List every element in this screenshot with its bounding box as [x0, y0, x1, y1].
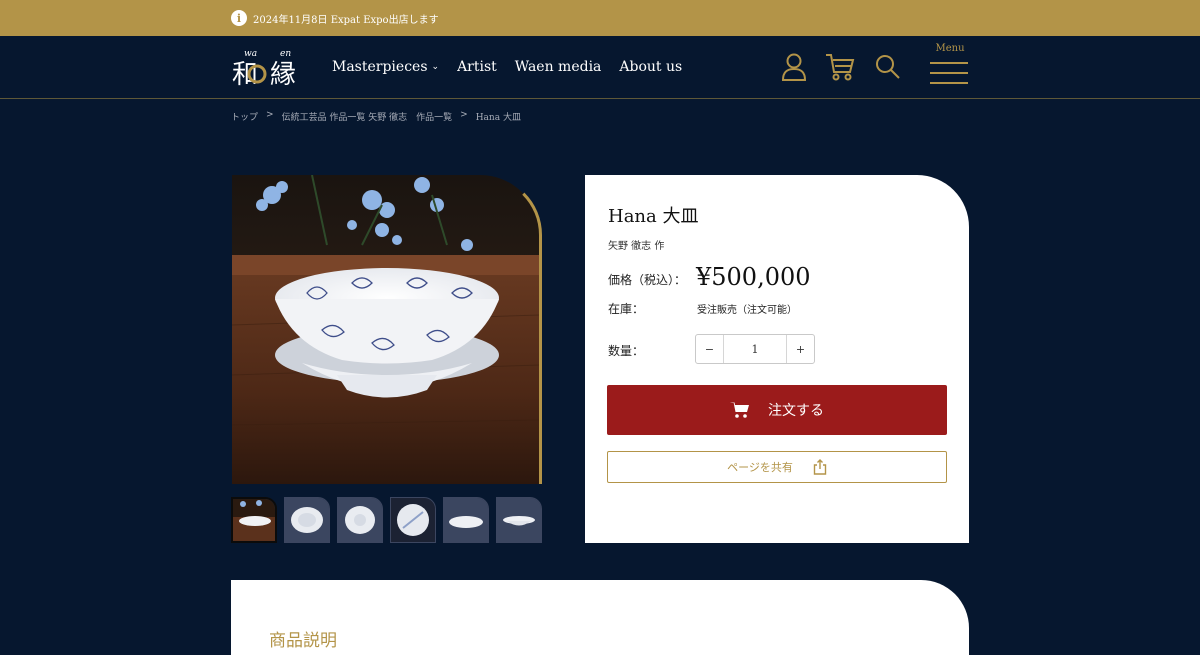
thumbnail-3[interactable]: [337, 497, 383, 543]
hamburger-line: [930, 72, 968, 74]
search-icon[interactable]: [875, 52, 901, 86]
quantity-label: 数量：: [608, 344, 645, 358]
menu-button[interactable]: Menu: [930, 43, 970, 89]
product-title: Hana 大皿: [608, 206, 699, 227]
thumbnail-2[interactable]: [284, 497, 330, 543]
nav-waen-media[interactable]: Waen media: [515, 59, 602, 75]
share-button-label: ページを共有: [727, 461, 793, 474]
order-button-label: 注文する: [768, 403, 824, 419]
announcement-text: 2024年11月8日 Expat Expo出店します: [253, 14, 439, 26]
stock-label: 在庫：: [608, 302, 645, 316]
order-button[interactable]: 注文する: [607, 385, 947, 435]
share-icon: [813, 459, 827, 475]
thumbnail-1[interactable]: [231, 497, 277, 543]
info-icon: i: [231, 10, 247, 26]
svg-text:縁: 縁: [270, 60, 296, 89]
nav-artist[interactable]: Artist: [457, 59, 497, 75]
quantity-stepper: − 1 +: [695, 334, 815, 364]
announcement-bar: i 2024年11月8日 Expat Expo出店します: [0, 0, 1200, 36]
breadcrumb-home[interactable]: トップ: [231, 110, 258, 123]
description-panel: 商品説明: [231, 580, 969, 655]
breadcrumb: トップ > 伝統工芸品 作品一覧 矢野 徹志 作品一覧 > Hana 大皿: [231, 110, 521, 123]
nav-masterpieces-label: Masterpieces: [332, 59, 428, 75]
description-heading: 商品説明: [269, 631, 337, 651]
svg-text:wa: wa: [244, 49, 257, 59]
quantity-decrease-button[interactable]: −: [696, 335, 724, 363]
product-info-card: Hana 大皿 矢野 徹志 作 価格（税込）： ¥500,000 在庫： 受注販…: [585, 175, 969, 543]
chevron-down-icon: ⌄: [431, 62, 440, 72]
cart-icon: [730, 402, 749, 418]
quantity-increase-button[interactable]: +: [786, 335, 814, 363]
account-icon[interactable]: [781, 52, 807, 86]
stock-value: 受注販売（注文可能）: [697, 305, 797, 316]
cart-icon[interactable]: [825, 52, 855, 86]
product-artist[interactable]: 矢野 徹志 作: [608, 237, 664, 252]
svg-text:和: 和: [232, 60, 258, 89]
menu-label: Menu: [935, 43, 965, 54]
logo[interactable]: wa en 和 縁: [232, 45, 308, 90]
hamburger-line: [930, 82, 968, 84]
thumbnail-5[interactable]: [443, 497, 489, 543]
nav-masterpieces[interactable]: Masterpieces ⌄: [332, 59, 439, 75]
thumbnail-6[interactable]: [496, 497, 542, 543]
hamburger-icon: [930, 62, 968, 64]
nav-about-us[interactable]: About us: [619, 59, 682, 75]
breadcrumb-separator: >: [460, 110, 468, 120]
breadcrumb-current: Hana 大皿: [475, 113, 521, 123]
share-button[interactable]: ページを共有: [607, 451, 947, 483]
svg-text:en: en: [280, 49, 291, 59]
thumbnail-4[interactable]: [390, 497, 436, 543]
product-main-image[interactable]: [232, 175, 540, 484]
site-header: wa en 和 縁 Masterpieces ⌄ Artist Waen medi…: [0, 36, 1200, 99]
breadcrumb-collection[interactable]: 伝統工芸品 作品一覧 矢野 徹志 作品一覧: [282, 110, 453, 123]
price-label: 価格（税込）：: [608, 273, 687, 287]
main-nav: Masterpieces ⌄ Artist Waen media About us: [332, 59, 682, 75]
thumbnail-strip: [231, 497, 542, 543]
breadcrumb-separator: >: [266, 110, 274, 120]
product-price: ¥500,000: [696, 263, 811, 291]
quantity-input[interactable]: 1: [724, 343, 786, 356]
